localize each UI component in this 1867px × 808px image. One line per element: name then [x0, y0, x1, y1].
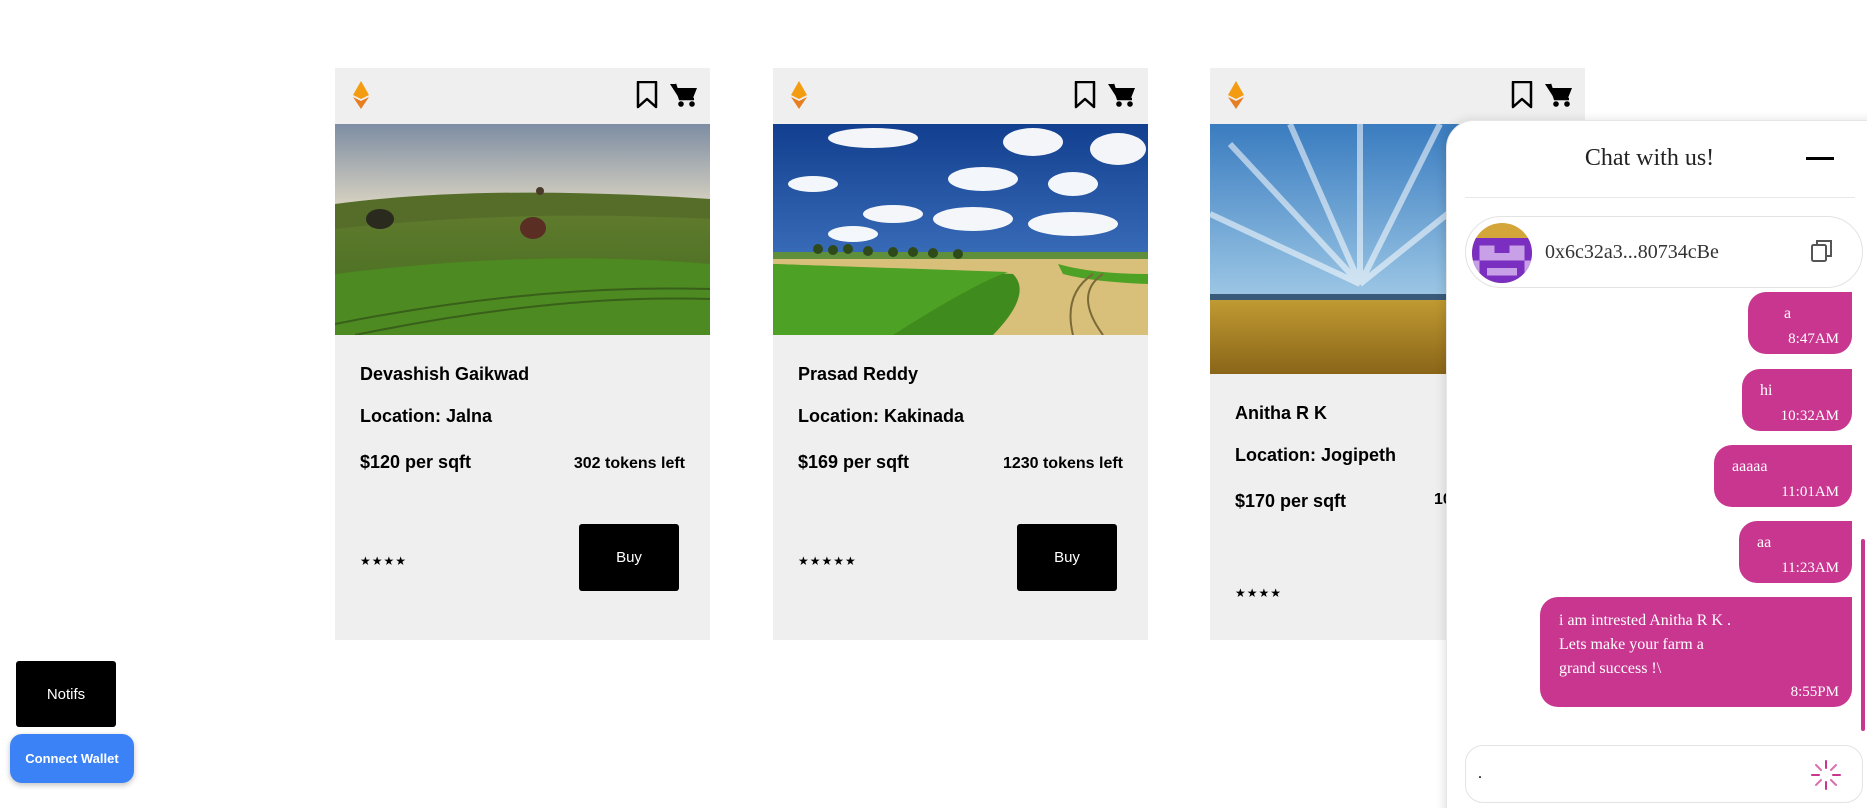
minimize-icon[interactable] — [1806, 157, 1834, 160]
farmer-name: Prasad Reddy — [798, 364, 919, 384]
message-list[interactable]: a 8:47AM hi 10:32AM aaaaa 11:01AM aa 11:… — [1447, 292, 1852, 726]
card-header — [1210, 68, 1585, 124]
connect-wallet-button[interactable]: Connect Wallet — [10, 734, 134, 783]
buy-button[interactable]: Buy — [579, 524, 679, 591]
chat-message: a 8:47AM — [1748, 292, 1852, 354]
bookmark-icon[interactable] — [636, 81, 658, 109]
chat-widget: Chat with us! 0x6c32a3...80734cBe a 8:47… — [1446, 120, 1867, 808]
price-label: $169 per sqft — [798, 452, 910, 472]
message-text: a — [1784, 305, 1792, 322]
ethereum-icon — [791, 81, 807, 109]
bookmark-icon[interactable] — [1511, 81, 1533, 109]
message-time: 8:47AM — [1788, 331, 1839, 347]
notifications-button[interactable]: Notifs — [16, 661, 116, 727]
message-text: Lets make your farm a — [1559, 636, 1704, 653]
chat-message: i am intrested Anitha R K . Lets make yo… — [1540, 597, 1852, 707]
message-time: 11:01AM — [1781, 484, 1839, 500]
tokens-left-label: 1230 tokens left — [1002, 455, 1123, 472]
chat-title: Chat with us! — [1584, 145, 1715, 171]
property-card: Prasad Reddy Location: Kakinada $169 per… — [773, 68, 1148, 640]
copy-icon[interactable] — [1810, 238, 1834, 264]
bookmark-icon[interactable] — [1074, 81, 1096, 109]
message-text: grand success !\ — [1559, 660, 1662, 677]
rating-stars: ★★★★ — [1235, 586, 1283, 600]
chat-message: aaaaa 11:01AM — [1714, 445, 1852, 507]
chat-scrollbar[interactable] — [1861, 539, 1865, 731]
price-row: $169 per sqft 1230 tokens left — [798, 452, 1123, 473]
price-row: $120 per sqft 302 tokens left — [360, 452, 685, 473]
location-label: Location: Jalna — [360, 406, 493, 426]
card-body: Devashish Gaikwad Location: Jalna $120 p… — [335, 364, 710, 591]
card-body: Prasad Reddy Location: Kakinada $169 per… — [773, 364, 1148, 591]
avatar — [1472, 223, 1532, 283]
message-time: 11:23AM — [1781, 560, 1839, 576]
wallet-address-pill: 0x6c32a3...80734cBe — [1465, 216, 1863, 288]
spinner-icon — [1811, 760, 1841, 790]
buy-button[interactable]: Buy — [1017, 524, 1117, 591]
message-input[interactable] — [1478, 760, 1798, 788]
message-time: 10:32AM — [1780, 408, 1839, 424]
tokens-left-label: 302 tokens left — [573, 455, 685, 472]
message-text: hi — [1760, 382, 1773, 399]
ethereum-icon — [353, 81, 369, 109]
cart-icon[interactable] — [670, 82, 698, 108]
divider — [1465, 197, 1855, 198]
message-text: aa — [1757, 534, 1772, 551]
message-text: i am intrested Anitha R K . — [1559, 612, 1731, 629]
message-text: aaaaa — [1732, 458, 1768, 475]
price-label: $120 per sqft — [360, 452, 472, 472]
cart-icon[interactable] — [1108, 82, 1136, 108]
chat-message: aa 11:23AM — [1739, 521, 1852, 583]
message-input-box — [1465, 745, 1863, 803]
location-label: Location: Kakinada — [798, 406, 965, 426]
rating-stars: ★★★★★ — [798, 554, 857, 568]
rating-stars: ★★★★ — [360, 554, 408, 568]
cart-icon[interactable] — [1545, 82, 1573, 108]
farm-photo — [773, 124, 1148, 335]
ethereum-icon — [1228, 81, 1244, 109]
card-header — [335, 68, 710, 124]
message-time: 8:55PM — [1790, 684, 1839, 700]
card-header — [773, 68, 1148, 124]
wallet-address: 0x6c32a3...80734cBe — [1545, 241, 1719, 263]
property-card: Devashish Gaikwad Location: Jalna $120 p… — [335, 68, 710, 640]
farm-photo — [335, 124, 710, 335]
chat-message: hi 10:32AM — [1742, 369, 1852, 431]
price-label: $170 per sqft — [1235, 491, 1347, 511]
farmer-name: Devashish Gaikwad — [360, 364, 530, 384]
